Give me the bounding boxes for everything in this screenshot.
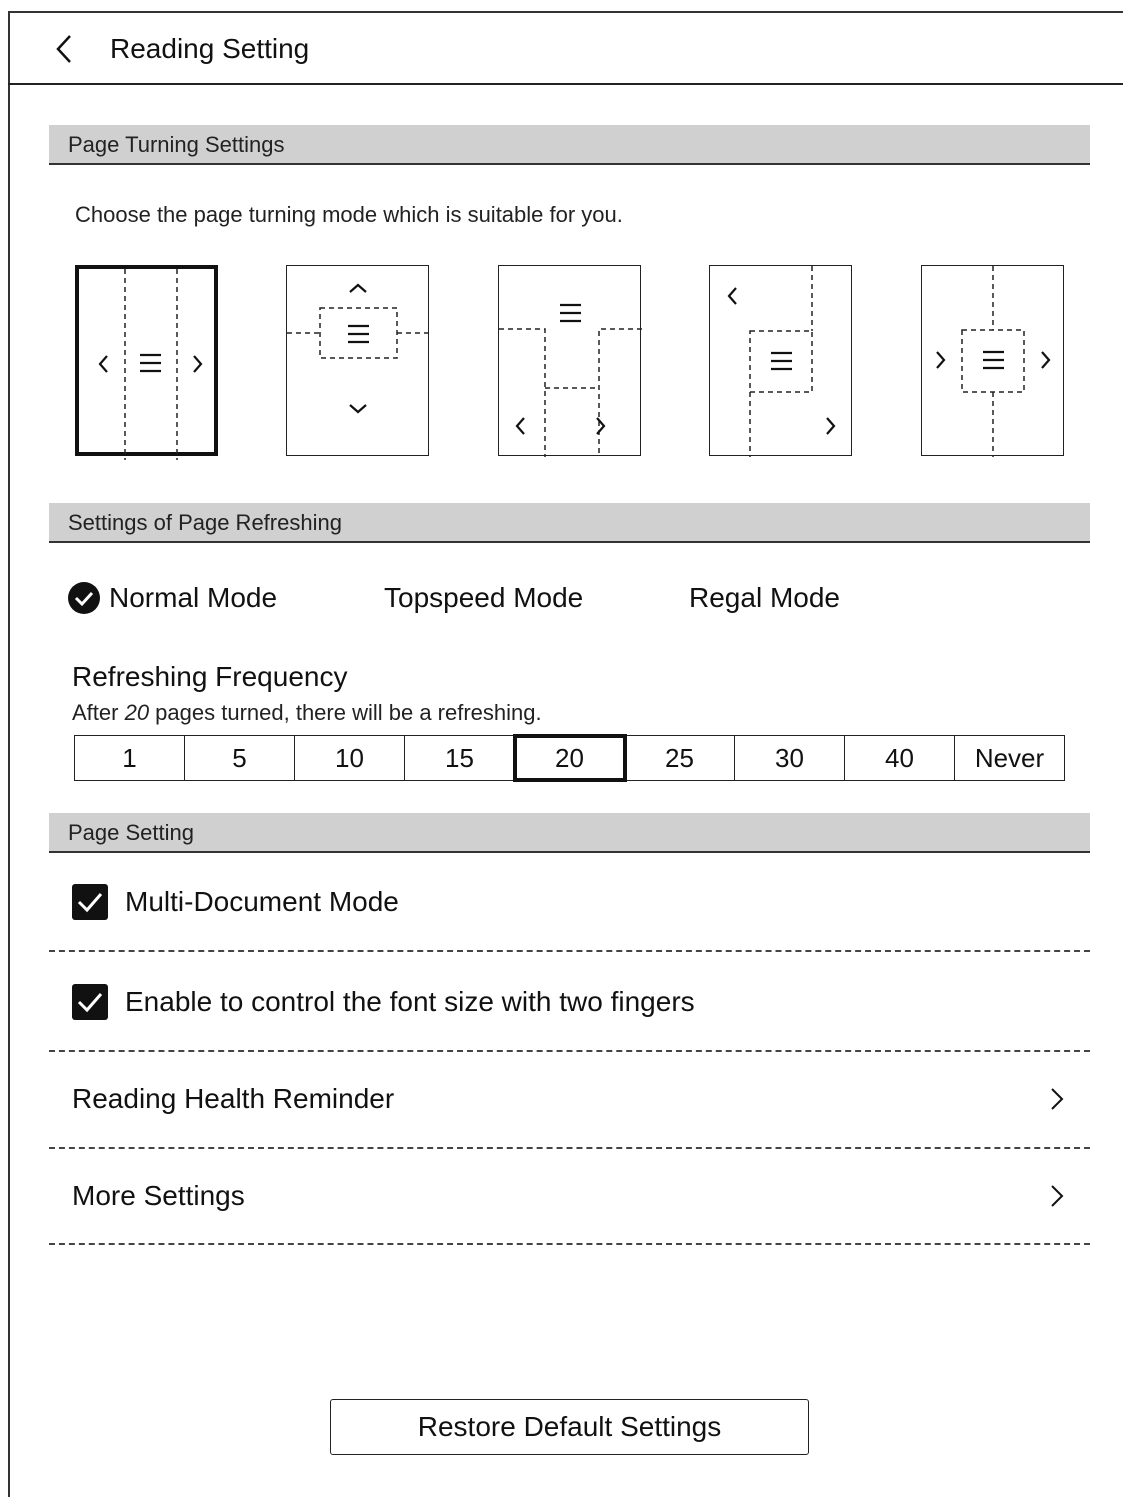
radio-topspeed-mode[interactable]: Topspeed Mode — [384, 582, 583, 614]
turn-mode-diagram-4 — [727, 266, 836, 457]
chevron-left-icon — [98, 355, 108, 373]
chevron-left-icon — [56, 35, 71, 63]
turn-mode-diagram-1 — [98, 269, 203, 460]
menu-icon — [983, 350, 1004, 370]
checkbox-label: Multi-Document Mode — [125, 886, 399, 917]
section-title: Page Setting — [68, 820, 194, 845]
chevron-right-icon — [596, 417, 606, 435]
header-bar: Reading Setting — [8, 11, 1123, 85]
page-turning-description: Choose the page turning mode which is su… — [75, 202, 623, 227]
divider — [49, 950, 1090, 952]
back-button[interactable] — [48, 31, 84, 67]
frequency-option-20[interactable]: 20 — [513, 734, 627, 782]
turn-mode-diagram-2 — [287, 283, 430, 414]
section-title: Page Turning Settings — [68, 132, 285, 157]
chevron-left-icon — [727, 287, 737, 305]
frequency-option-30[interactable]: 30 — [735, 736, 845, 780]
turn-mode-both-forward[interactable] — [921, 265, 1064, 457]
frequency-option-1[interactable]: 1 — [75, 736, 185, 780]
section-header-page-turning: Page Turning Settings — [49, 125, 1090, 165]
checkbox-label: Enable to control the font size with two… — [125, 986, 695, 1017]
frequency-option-never[interactable]: Never — [955, 736, 1064, 780]
frequency-option-5[interactable]: 5 — [185, 736, 295, 780]
restore-default-settings-button[interactable]: Restore Default Settings — [330, 1399, 809, 1455]
reading-health-reminder-item[interactable]: Reading Health Reminder — [49, 1069, 1090, 1129]
section-header-refreshing: Settings of Page Refreshing — [49, 503, 1090, 543]
radio-label: Topspeed Mode — [384, 582, 584, 613]
menu-icon — [560, 303, 581, 323]
chevron-right-icon — [193, 355, 203, 373]
frequency-description: After 20 pages turned, there will be a r… — [72, 700, 542, 725]
turn-mode-top-bottom[interactable] — [286, 265, 430, 456]
turn-mode-bottom-left-right[interactable] — [498, 265, 642, 457]
turn-mode-diagonal-left-right[interactable] — [709, 265, 852, 457]
turn-mode-diagram-3 — [499, 303, 642, 457]
more-settings-item[interactable]: More Settings — [49, 1166, 1090, 1226]
radio-label: Normal Mode — [109, 582, 278, 613]
chevron-up-icon — [349, 283, 367, 293]
frequency-selector: 1 5 10 15 20 25 30 40 Never — [74, 734, 1065, 782]
checkbox-checked-icon[interactable] — [72, 984, 108, 1020]
checkbox-checked-icon[interactable] — [72, 884, 108, 920]
menu-icon — [140, 353, 161, 373]
chevron-down-icon — [349, 404, 367, 414]
divider — [49, 1243, 1090, 1245]
radio-normal-mode[interactable]: Normal Mode — [68, 582, 277, 614]
frequency-option-10[interactable]: 10 — [295, 736, 405, 780]
item-label: Reading Health Reminder — [72, 1083, 395, 1114]
radio-regal-mode[interactable]: Regal Mode — [689, 582, 840, 614]
two-finger-font-size-toggle[interactable]: Enable to control the font size with two… — [72, 984, 695, 1020]
chevron-right-icon — [1051, 1185, 1064, 1207]
frequency-title: Refreshing Frequency — [72, 661, 348, 692]
check-circle-icon — [68, 582, 100, 614]
frequency-option-25[interactable]: 25 — [625, 736, 735, 780]
frequency-value: 20 — [124, 700, 150, 725]
radio-label: Regal Mode — [689, 582, 840, 613]
section-title: Settings of Page Refreshing — [68, 510, 342, 535]
item-label: More Settings — [72, 1180, 245, 1211]
frequency-option-40[interactable]: 40 — [845, 736, 955, 780]
chevron-right-icon — [936, 351, 946, 369]
section-header-page-setting: Page Setting — [49, 813, 1090, 853]
menu-icon — [348, 324, 369, 344]
chevron-left-icon — [515, 417, 525, 435]
divider — [49, 1147, 1090, 1149]
frequency-option-15[interactable]: 15 — [405, 736, 515, 780]
chevron-right-icon — [826, 417, 836, 435]
page-title: Reading Setting — [110, 33, 310, 64]
chevron-right-icon — [1051, 1088, 1064, 1110]
chevron-right-icon — [1041, 351, 1051, 369]
turn-mode-diagram-5 — [936, 266, 1051, 457]
multi-document-mode-toggle[interactable]: Multi-Document Mode — [72, 884, 399, 920]
menu-icon — [771, 351, 792, 371]
divider — [49, 1050, 1090, 1052]
turn-mode-left-right-columns[interactable] — [75, 265, 218, 460]
